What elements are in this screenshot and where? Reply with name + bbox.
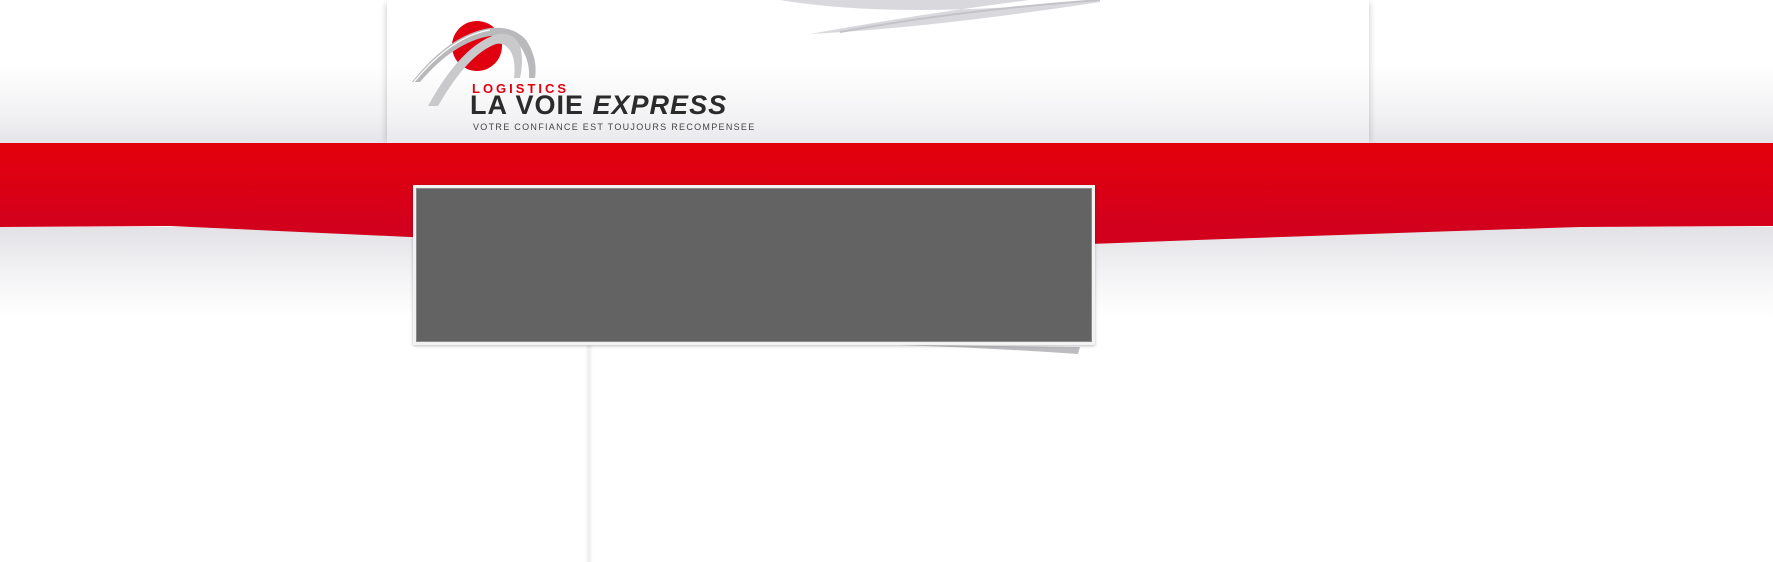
logo-name-part2: EXPRESS xyxy=(592,90,728,120)
column-divider xyxy=(585,345,593,562)
slideshow-banner[interactable] xyxy=(413,185,1095,345)
logo-name-part1: LA VOIE xyxy=(470,90,585,120)
logo-company-name: LA VOIE EXPRESS xyxy=(470,90,727,121)
header-swoosh-decoration xyxy=(780,0,1100,34)
slideshow-placeholder xyxy=(416,188,1092,342)
banner-shadow-swoosh xyxy=(900,345,1080,354)
company-logo[interactable]: LOGISTICS LA VOIE EXPRESS VOTRE CONFIANC… xyxy=(410,12,760,132)
logo-tagline: VOTRE CONFIANCE EST TOUJOURS RECOMPENSEE xyxy=(473,122,756,132)
page: LOGISTICS LA VOIE EXPRESS VOTRE CONFIANC… xyxy=(0,0,1773,562)
